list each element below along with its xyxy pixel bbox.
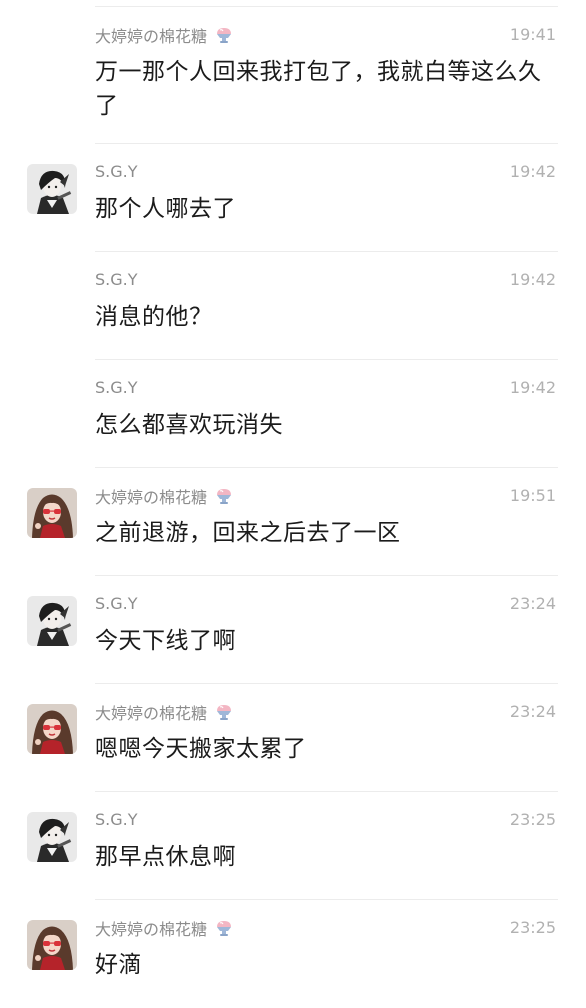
message-text[interactable]: 那早点休息啊 — [95, 840, 545, 874]
sender-name-text: S.G.Y — [95, 594, 138, 613]
message-timestamp: 23:25 — [509, 918, 556, 937]
boy-avatar-image — [27, 164, 77, 214]
message-timestamp: 19:51 — [509, 486, 556, 505]
message-text[interactable]: 今天下线了啊 — [95, 624, 545, 658]
message-timestamp: 19:42 — [509, 162, 556, 181]
message-text[interactable]: 那个人哪去了 — [95, 192, 545, 226]
sender-name-text: S.G.Y — [95, 378, 138, 397]
message-timestamp: 23:24 — [509, 594, 556, 613]
sender-name-text: 大婷婷の棉花糖 — [95, 488, 208, 507]
girl-avatar-image — [27, 488, 77, 538]
sender-name-text: S.G.Y — [95, 810, 138, 829]
girl-avatar[interactable] — [27, 920, 77, 970]
chat-message-list[interactable]: 大婷婷の棉花糖 19:41 万一那个人回来我打包了，我就白等这么久了 S.G.Y 1… — [0, 7, 586, 1008]
sender-name[interactable]: 大婷婷の棉花糖 — [95, 486, 234, 508]
boy-avatar-image — [27, 812, 77, 862]
message-item[interactable]: S.G.Y 19:42 消息的他？ — [0, 252, 586, 360]
sender-name-text: 大婷婷の棉花糖 — [95, 27, 208, 46]
message-item[interactable]: 大婷婷の棉花糖 23:25 好滴 — [0, 900, 586, 1008]
boy-avatar-image — [27, 596, 77, 646]
sender-name[interactable]: S.G.Y — [95, 594, 138, 614]
message-timestamp: 19:42 — [509, 270, 556, 289]
sender-name[interactable]: 大婷婷の棉花糖 — [95, 25, 234, 47]
sender-name[interactable]: 大婷婷の棉花糖 — [95, 702, 234, 724]
message-timestamp: 23:25 — [509, 810, 556, 829]
girl-avatar[interactable] — [27, 704, 77, 754]
sender-name-text: 大婷婷の棉花糖 — [95, 920, 208, 939]
sender-name[interactable]: S.G.Y — [95, 270, 138, 290]
sender-name-text: S.G.Y — [95, 162, 138, 181]
boy-avatar[interactable] — [27, 812, 77, 862]
girl-avatar-image — [27, 704, 77, 754]
message-timestamp: 23:24 — [509, 702, 556, 721]
shaved-ice-emoji-icon — [217, 489, 232, 504]
girl-avatar-image — [27, 920, 77, 970]
sender-name[interactable]: 大婷婷の棉花糖 — [95, 918, 234, 940]
boy-avatar[interactable] — [27, 596, 77, 646]
shaved-ice-emoji-icon — [217, 705, 232, 720]
sender-name[interactable]: S.G.Y — [95, 810, 138, 830]
message-item[interactable]: S.G.Y 19:42 那个人哪去了 — [0, 144, 586, 252]
message-item[interactable]: 大婷婷の棉花糖 19:51 之前退游，回来之后去了一区 — [0, 468, 586, 576]
message-item[interactable]: 大婷婷の棉花糖 23:24 嗯嗯今天搬家太累了 — [0, 684, 586, 792]
girl-avatar[interactable] — [27, 488, 77, 538]
message-text[interactable]: 怎么都喜欢玩消失 — [95, 408, 545, 442]
message-item[interactable]: S.G.Y 19:42 怎么都喜欢玩消失 — [0, 360, 586, 468]
message-text[interactable]: 消息的他？ — [95, 300, 545, 334]
shaved-ice-emoji-icon — [217, 921, 232, 936]
message-text[interactable]: 之前退游，回来之后去了一区 — [95, 516, 545, 550]
message-item[interactable]: 大婷婷の棉花糖 19:41 万一那个人回来我打包了，我就白等这么久了 — [0, 7, 586, 144]
message-item[interactable]: S.G.Y 23:24 今天下线了啊 — [0, 576, 586, 684]
message-timestamp: 19:42 — [509, 378, 556, 397]
sender-name[interactable]: S.G.Y — [95, 378, 138, 398]
message-text[interactable]: 好滴 — [95, 948, 545, 982]
message-timestamp: 19:41 — [509, 25, 556, 44]
sender-name[interactable]: S.G.Y — [95, 162, 138, 182]
boy-avatar[interactable] — [27, 164, 77, 214]
shaved-ice-emoji-icon — [217, 28, 232, 43]
sender-name-text: S.G.Y — [95, 270, 138, 289]
message-text[interactable]: 嗯嗯今天搬家太累了 — [95, 732, 545, 766]
sender-name-text: 大婷婷の棉花糖 — [95, 704, 208, 723]
message-item[interactable]: S.G.Y 23:25 那早点休息啊 — [0, 792, 586, 900]
message-text[interactable]: 万一那个人回来我打包了，我就白等这么久了 — [95, 55, 545, 123]
